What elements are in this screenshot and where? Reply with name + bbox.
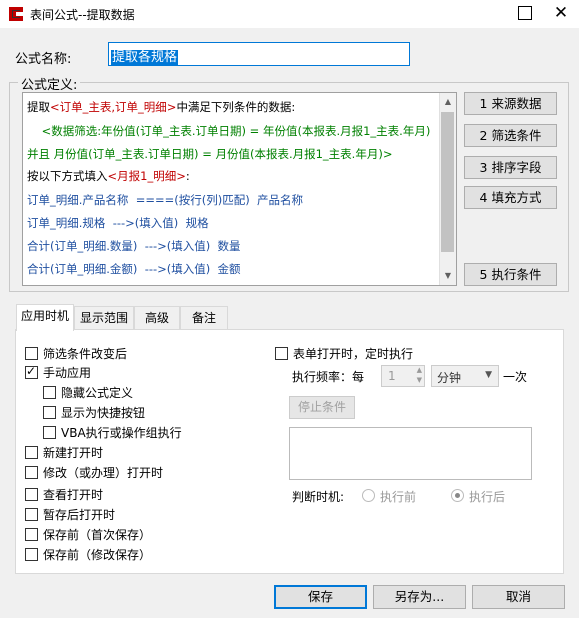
- before-save-first-label: 保存前（首次保存）: [43, 528, 152, 542]
- judge-timing-label: 判断时机:: [292, 490, 345, 504]
- modify-open-checkbox[interactable]: [25, 466, 38, 479]
- new-open-checkbox[interactable]: [25, 446, 38, 459]
- freq-unit-select[interactable]: 分钟 ▼: [431, 365, 499, 387]
- temp-save-open-label: 暂存后打开时: [43, 508, 116, 522]
- stepper-down-icon[interactable]: ▼: [417, 376, 422, 384]
- timed-exec-label: 表单打开时，定时执行: [293, 347, 414, 361]
- chevron-down-icon: ▼: [485, 370, 492, 380]
- filter-condition-button[interactable]: 2 筛选条件: [464, 124, 557, 147]
- freq-value: 1: [388, 369, 396, 383]
- modify-open-label: 修改（或办理）打开时: [43, 466, 164, 480]
- freq-suffix: 一次: [503, 370, 528, 384]
- formula-line: 订单_明细.规格 --->(填入值) 规格: [27, 215, 209, 231]
- formula-line: 合计(订单_明细.金额) --->(填入值) 金额: [27, 261, 241, 277]
- tab-advanced[interactable]: 高级: [134, 306, 180, 330]
- formula-line-part: 合计(订单_明细.金额) --->(填入值) 金额: [27, 262, 241, 276]
- formula-line: 按以下方式填入<月报1_明细>:: [27, 168, 190, 184]
- formula-line-part: <月报1_明细>: [107, 169, 186, 183]
- formula-definition-text[interactable]: 提取<订单_主表,订单_明细>中满足下列条件的数据: <数据筛选:年份值(订单_…: [22, 92, 457, 286]
- new-open-label: 新建打开时: [43, 446, 104, 460]
- formula-name-label: 公式名称:: [15, 52, 72, 67]
- formula-name-value: 提取各规格: [111, 50, 179, 65]
- manual-apply-label: 手动应用: [43, 366, 92, 380]
- scroll-down-icon[interactable]: ▼: [440, 268, 456, 284]
- formula-line-part: 中满足下列条件的数据:: [176, 100, 296, 114]
- freq-label: 执行频率：每: [292, 370, 365, 384]
- filter-change-label: 筛选条件改变后: [43, 347, 128, 361]
- judge-after-radio[interactable]: [451, 489, 464, 502]
- stop-condition-button[interactable]: 停止条件: [289, 396, 355, 419]
- filter-change-checkbox[interactable]: [25, 347, 38, 360]
- formula-line-part: 订单_明细.规格 --->(填入值) 规格: [27, 216, 209, 230]
- tab-apply-timing[interactable]: 应用时机: [16, 304, 74, 331]
- show-shortcut-checkbox[interactable]: [43, 406, 56, 419]
- formula-line: <数据筛选:年份值(订单_主表.订单日期) = 年份值(本报表.月报1_主表.年…: [27, 123, 431, 139]
- judge-before-radio[interactable]: [362, 489, 375, 502]
- formula-line-part: 提取: [27, 100, 50, 114]
- before-save-first-checkbox[interactable]: [25, 528, 38, 541]
- tab-notes[interactable]: 备注: [180, 306, 228, 330]
- formula-line: 提取<订单_主表,订单_明细>中满足下列条件的数据:: [27, 99, 295, 115]
- judge-after-label: 执行后: [469, 490, 506, 504]
- formula-line: 并且 月份值(订单_主表.订单日期) = 月份值(本报表.月报1_主表.年月)>: [27, 146, 392, 162]
- before-save-modify-checkbox[interactable]: [25, 548, 38, 561]
- sort-field-button[interactable]: 3 排序字段: [464, 156, 557, 179]
- vba-exec-checkbox[interactable]: [43, 426, 56, 439]
- formula-line-part: 订单_明细.产品名称 ====(按行(列)匹配) 产品名称: [27, 193, 304, 207]
- scroll-thumb[interactable]: [441, 112, 454, 252]
- save-as-button[interactable]: 另存为...: [373, 585, 466, 609]
- formula-line-part: 合计(订单_明细.数量) --->(填入值) 数量: [27, 239, 241, 253]
- hide-definition-label: 隐藏公式定义: [61, 386, 134, 400]
- formula-line-part: <订单_主表,订单_明细>: [50, 100, 177, 114]
- before-save-modify-label: 保存前（修改保存）: [43, 548, 152, 562]
- formula-line-part: <数据筛选:年份值(订单_主表.订单日期) = 年份值(本报表.月报1_主表.年…: [27, 124, 431, 138]
- formula-definition-label: 公式定义:: [18, 74, 81, 93]
- stepper-up-icon[interactable]: ▲: [417, 366, 422, 374]
- formula-line: 订单_明细.产品名称 ====(按行(列)匹配) 产品名称: [27, 192, 303, 208]
- formula-line-part: :: [185, 169, 190, 183]
- vba-exec-label: VBA执行或操作组执行: [61, 426, 182, 440]
- hide-definition-checkbox[interactable]: [43, 386, 56, 399]
- maximize-icon[interactable]: [518, 6, 532, 20]
- close-icon[interactable]: ✕: [549, 2, 573, 24]
- timed-exec-checkbox[interactable]: [275, 347, 288, 360]
- manual-apply-checkbox[interactable]: [25, 364, 38, 379]
- judge-before-label: 执行前: [380, 490, 417, 504]
- stop-condition-textarea[interactable]: [289, 427, 532, 480]
- cancel-button[interactable]: 取消: [472, 585, 565, 609]
- freq-unit-value: 分钟: [437, 371, 462, 385]
- formula-name-input[interactable]: 提取各规格: [108, 42, 410, 66]
- exec-condition-button[interactable]: 5 执行条件: [464, 263, 557, 286]
- formula-line-part: 按以下方式填入: [27, 169, 108, 183]
- freq-stepper[interactable]: 1 ▲ ▼: [381, 365, 425, 387]
- formula-line-part: 并且 月份值(订单_主表.订单日期) = 月份值(本报表.月报1_主表.年月)>: [27, 147, 393, 161]
- tab-display-range[interactable]: 显示范围: [74, 306, 134, 330]
- window-title: 表间公式--提取数据: [30, 8, 135, 22]
- app-icon: [9, 7, 23, 21]
- view-open-label: 查看打开时: [43, 488, 104, 502]
- save-button[interactable]: 保存: [274, 585, 367, 609]
- fill-method-button[interactable]: 4 填充方式: [464, 186, 557, 209]
- source-data-button[interactable]: 1 来源数据: [464, 92, 557, 115]
- temp-save-open-checkbox[interactable]: [25, 508, 38, 521]
- show-shortcut-label: 显示为快捷按钮: [61, 406, 146, 420]
- formula-line: 合计(订单_明细.数量) --->(填入值) 数量: [27, 238, 241, 254]
- view-open-checkbox[interactable]: [25, 488, 38, 501]
- scroll-up-icon[interactable]: ▲: [440, 94, 456, 110]
